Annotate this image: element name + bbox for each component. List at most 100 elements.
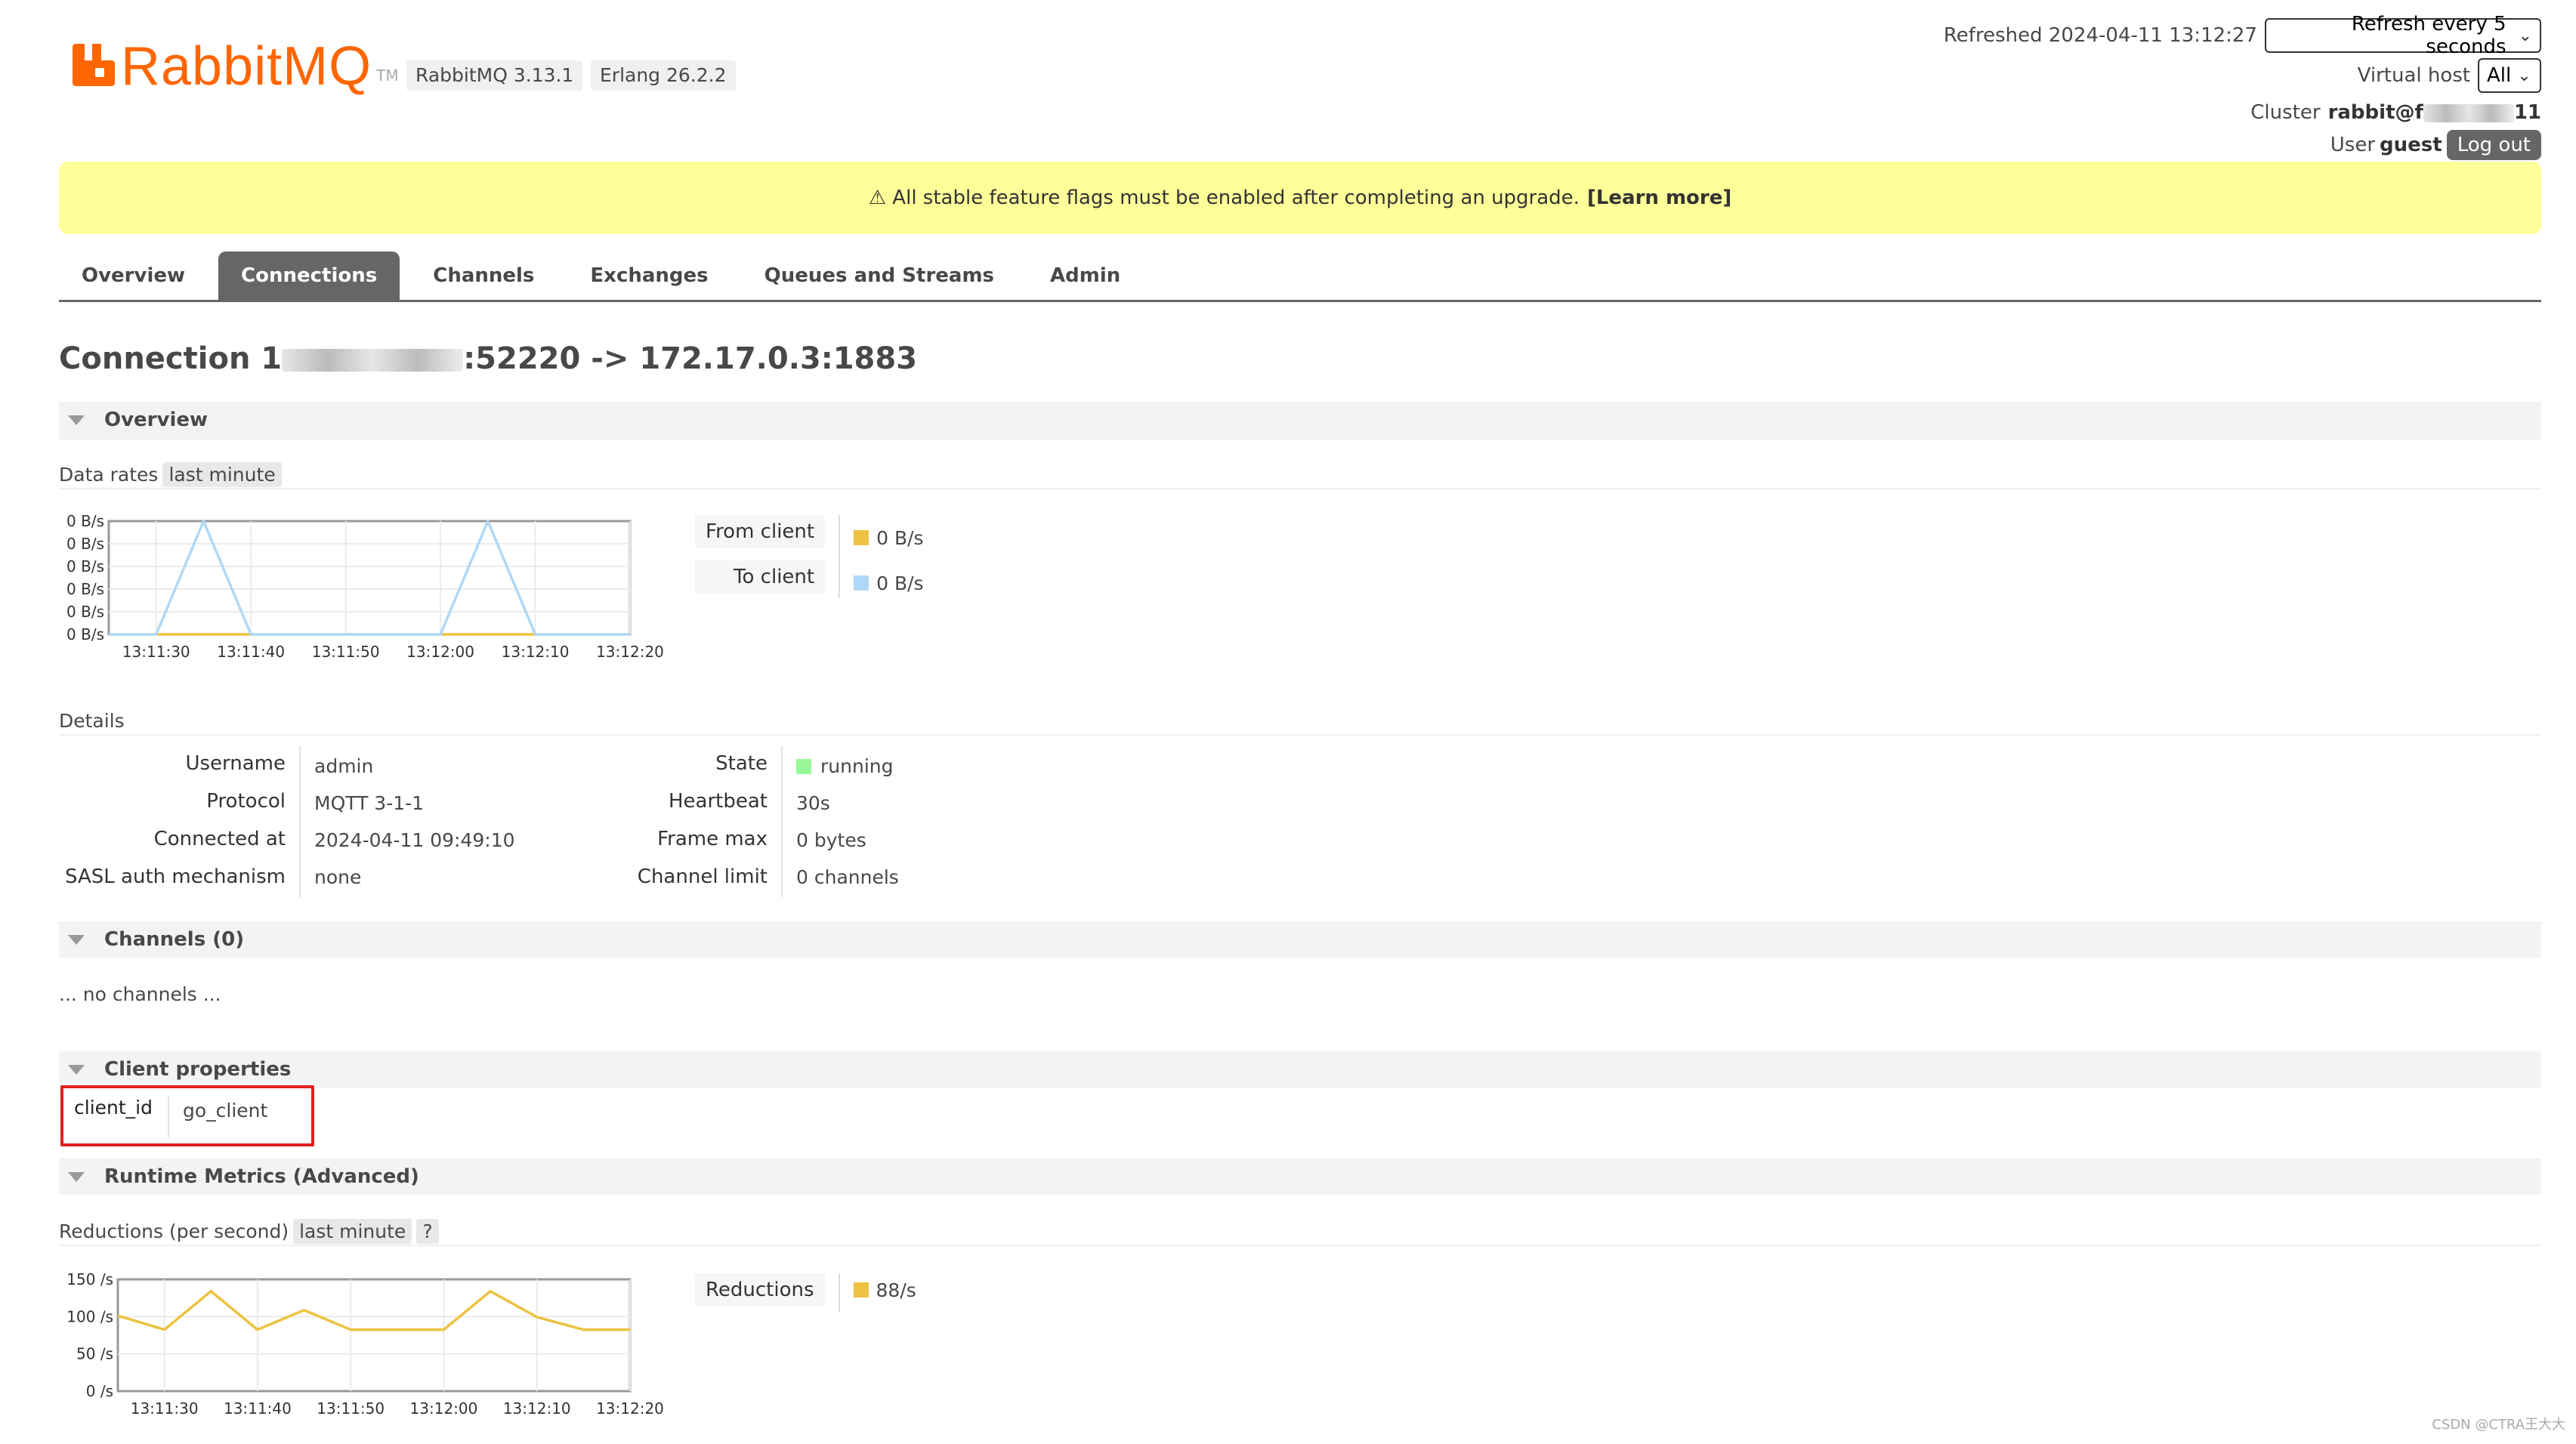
x-tick-label: 13:11:50: [317, 1399, 385, 1418]
sasl-key: SASL auth mechanism: [65, 865, 286, 888]
main-nav-tabs: Overview Connections Channels Exchanges …: [59, 251, 2541, 302]
data-point: [440, 634, 441, 635]
y-tick-label: 0 B/s: [66, 512, 104, 530]
channels-section-header[interactable]: Channels (0): [59, 921, 2541, 958]
overview-section-header[interactable]: Overview: [59, 402, 2541, 438]
title-suffix: :52220 -> 172.17.0.3:1883: [463, 341, 918, 376]
connected-at-value: 2024-04-11 09:49:10: [314, 829, 515, 851]
data-point: [392, 634, 394, 635]
y-tick-label: 0 B/s: [66, 557, 104, 575]
logout-button[interactable]: Log out: [2446, 130, 2541, 160]
x-tick-label: 13:12:00: [406, 643, 474, 661]
username-key: Username: [185, 752, 286, 775]
frame-max-value: 0 bytes: [796, 829, 866, 851]
vhost-label: Virtual host: [2357, 64, 2470, 87]
tab-queues-and-streams[interactable]: Queues and Streams: [742, 251, 1017, 300]
collapse-triangle-icon: [68, 1064, 85, 1075]
reductions-chart: 150 /s 100 /s 50 /s 0 /s 13:11:30 13:11:40 13:…: [59, 1261, 678, 1424]
feature-flags-banner: ⚠ All stable feature flags must be enabl…: [59, 162, 2541, 234]
details-right-keys: State Heartbeat Frame max Channel limit: [541, 746, 768, 897]
client-properties-section-header[interactable]: Client properties: [59, 1051, 2541, 1088]
heartbeat-value: 30s: [796, 792, 830, 814]
cluster-name: rabbit@f 11: [2328, 101, 2541, 124]
tab-overview[interactable]: Overview: [59, 251, 208, 300]
refresh-interval-select[interactable]: Refresh every 5 seconds ⌄: [2265, 13, 2541, 58]
rabbitmq-logo[interactable]: RabbitMQ TM: [73, 33, 399, 94]
tab-exchanges[interactable]: Exchanges: [567, 251, 730, 300]
frame-max-key: Frame max: [657, 828, 768, 850]
connected-at-key: Connected at: [153, 828, 286, 850]
reductions-range-toggle[interactable]: last minute: [293, 1219, 412, 1244]
reductions-legend: Reductions 88/s: [695, 1273, 916, 1313]
tab-channels[interactable]: Channels: [410, 251, 557, 300]
state-key: State: [715, 752, 768, 775]
data-point: [202, 634, 204, 635]
redacted-text: [282, 349, 464, 372]
client-props-separator: [168, 1097, 169, 1137]
collapse-triangle-icon: [68, 1171, 85, 1182]
refreshed-timestamp: Refreshed 2024-04-11 13:12:27: [1943, 24, 2257, 47]
reductions-chart-svg: 150 /s 100 /s 50 /s 0 /s 13:11:30 13:11:40 13:…: [66, 1270, 664, 1418]
legend-to-client-rate: 0 B/s: [876, 572, 924, 594]
refresh-interval-value: Refresh every 5 seconds: [2351, 13, 2507, 58]
reductions-help-button[interactable]: ?: [416, 1219, 439, 1244]
heartbeat-key: Heartbeat: [669, 790, 768, 813]
legend-values: 0 B/s 0 B/s: [854, 515, 924, 600]
data-rates-chart: 0 B/s 0 B/s 0 B/s 0 B/s 0 B/s 0 B/s 13:11:30 13…: [59, 511, 678, 666]
data-point: [202, 520, 204, 522]
channel-limit-value: 0 channels: [796, 866, 899, 888]
details-right-values: running 30s 0 bytes 0 channels: [796, 746, 899, 897]
x-tick-label: 13:12:00: [410, 1399, 478, 1418]
banner-text: ⚠ All stable feature flags must be enabl…: [868, 187, 1580, 209]
divider: [59, 734, 2541, 736]
client-properties-section-title: Client properties: [104, 1058, 292, 1081]
y-tick-label: 0 B/s: [66, 535, 104, 553]
data-point: [443, 1329, 444, 1331]
overview-section-title: Overview: [104, 409, 208, 431]
collapse-triangle-icon: [68, 415, 85, 425]
vhost-select[interactable]: All ⌄: [2478, 58, 2541, 93]
divider: [59, 488, 2541, 489]
chevron-down-icon: ⌄: [2517, 66, 2531, 85]
divider: [59, 1245, 2541, 1246]
tab-connections[interactable]: Connections: [218, 251, 400, 300]
state-running-indicator: [796, 758, 811, 774]
rabbit-logo-icon: [73, 42, 116, 86]
tab-admin[interactable]: Admin: [1027, 251, 1143, 300]
user-name: guest: [2380, 134, 2442, 156]
x-tick-label: 13:11:40: [217, 643, 285, 661]
legend-from-client-value: 0 B/s: [854, 521, 924, 554]
title-prefix: Connection 1: [59, 341, 283, 376]
chevron-down-icon: ⌄: [2518, 26, 2532, 45]
legend-to-client-label: To client: [695, 560, 826, 594]
logo-wordmark: RabbitMQ: [121, 36, 372, 97]
no-channels-text: ... no channels ...: [59, 983, 221, 1005]
cluster-name-start: rabbit@f: [2327, 101, 2423, 124]
learn-more-link[interactable]: [Learn more]: [1587, 187, 1731, 209]
divider: [59, 438, 2541, 440]
legend-from-client-label: From client: [695, 515, 826, 548]
data-point: [108, 634, 110, 635]
page-title: Connection 1 :52220 -> 172.17.0.3:1883: [59, 341, 917, 376]
legend-reductions-value: 88/s: [853, 1273, 916, 1307]
y-tick-label: 150 /s: [66, 1270, 113, 1288]
data-point: [345, 634, 347, 635]
data-rates-range-toggle[interactable]: last minute: [162, 462, 282, 487]
data-point: [164, 1329, 165, 1331]
details-label: Details: [59, 710, 125, 732]
state-text: running: [820, 755, 894, 777]
legend-from-client-rate: 0 B/s: [876, 526, 924, 549]
y-tick-label: 0 /s: [86, 1382, 113, 1400]
x-tick-label: 13:11:40: [224, 1399, 292, 1418]
data-point: [629, 1329, 631, 1331]
plot-area: [116, 1278, 632, 1393]
data-rates-chart-svg: 0 B/s 0 B/s 0 B/s 0 B/s 0 B/s 0 B/s 13:11:30 13…: [66, 512, 664, 661]
user-label: User: [2330, 134, 2376, 156]
data-point: [582, 634, 583, 635]
legend-swatch: [854, 530, 869, 545]
data-point: [629, 634, 631, 635]
client-id-key: client_id: [74, 1097, 153, 1118]
runtime-metrics-section-header[interactable]: Runtime Metrics (Advanced): [59, 1159, 2541, 1195]
data-point: [582, 1329, 584, 1331]
y-tick-label: 0 B/s: [66, 580, 104, 598]
